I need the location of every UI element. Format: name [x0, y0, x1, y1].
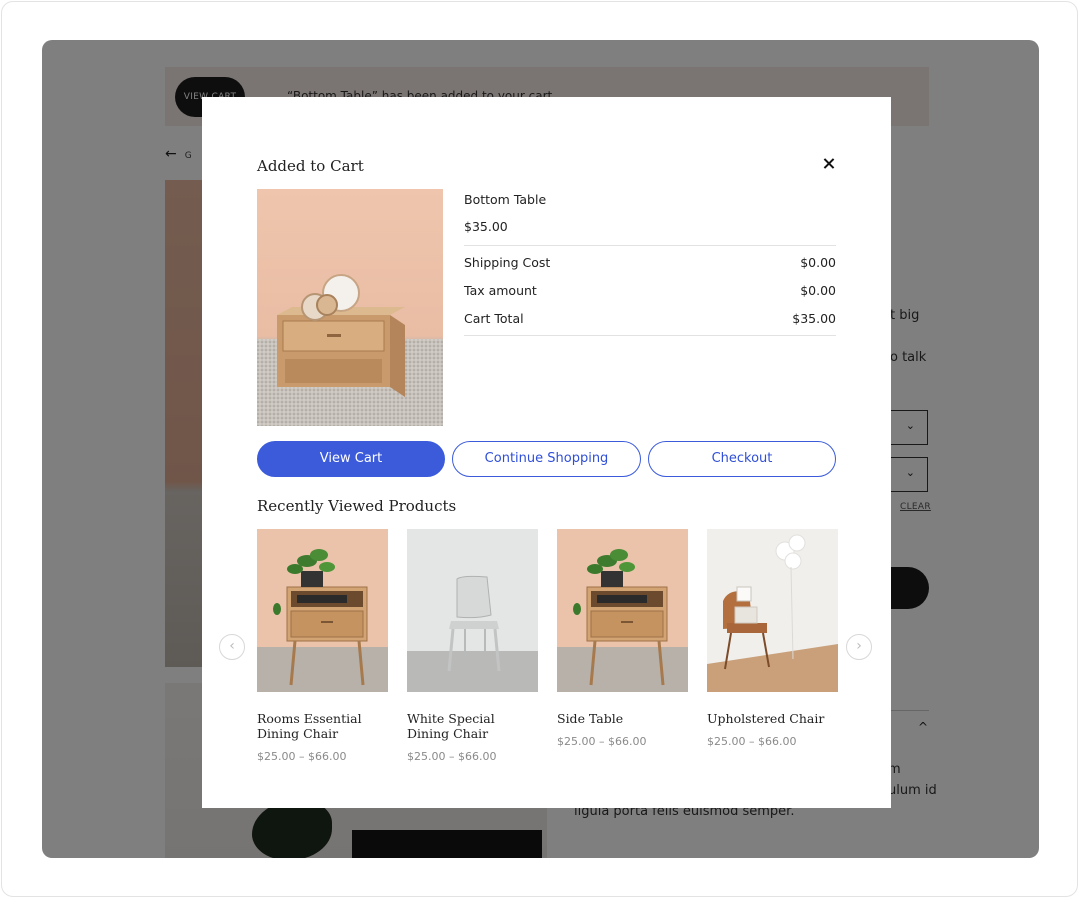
- continue-shopping-button[interactable]: Continue Shopping: [452, 441, 641, 477]
- product-name: Bottom Table: [464, 192, 547, 207]
- close-icon[interactable]: [820, 155, 838, 173]
- checkout-button[interactable]: Checkout: [648, 441, 836, 477]
- summary-divider-bottom: [464, 335, 836, 336]
- recent-product-name[interactable]: Side Table: [557, 711, 688, 726]
- recent-product-image[interactable]: [407, 529, 538, 692]
- recent-product-card[interactable]: Upholstered Chair $25.00 – $66.00: [707, 529, 838, 748]
- recent-product-price: $25.00 – $66.00: [557, 735, 647, 748]
- side-table-plant-illustration: [257, 529, 388, 692]
- shipping-row: Shipping Cost $0.00: [464, 255, 836, 270]
- recent-product-card[interactable]: White Special Dining Chair $25.00 – $66.…: [407, 529, 538, 763]
- modal-title: Added to Cart: [257, 157, 364, 175]
- recent-product-price: $25.00 – $66.00: [707, 735, 797, 748]
- shipping-label: Shipping Cost: [464, 255, 551, 270]
- recent-product-price: $25.00 – $66.00: [407, 750, 497, 763]
- tax-row: Tax amount $0.00: [464, 283, 836, 298]
- white-chair-illustration: [407, 529, 538, 692]
- chevron-right-icon[interactable]: ›: [846, 634, 872, 660]
- side-table-illustration: [557, 529, 688, 692]
- browser-viewport: VIEW CART “Bottom Table” has been added …: [42, 40, 1039, 858]
- recently-viewed-heading: Recently Viewed Products: [257, 497, 457, 515]
- product-price: $35.00: [464, 219, 508, 234]
- recent-product-name[interactable]: Upholstered Chair: [707, 711, 838, 726]
- recent-product-name[interactable]: Rooms Essential Dining Chair: [257, 711, 388, 741]
- product-image: [257, 189, 443, 426]
- recent-product-price: $25.00 – $66.00: [257, 750, 347, 763]
- tax-value: $0.00: [800, 283, 836, 298]
- added-to-cart-modal: Added to Cart Bottom Table $35.00 Shippi…: [202, 97, 891, 808]
- recent-product-card[interactable]: Side Table $25.00 – $66.00: [557, 529, 688, 748]
- recent-product-card[interactable]: Rooms Essential Dining Chair $25.00 – $6…: [257, 529, 388, 763]
- recent-product-image[interactable]: [557, 529, 688, 692]
- view-cart-button[interactable]: View Cart: [257, 441, 445, 477]
- tax-label: Tax amount: [464, 283, 537, 298]
- recent-product-image[interactable]: [257, 529, 388, 692]
- cart-total-value: $35.00: [792, 311, 836, 326]
- recent-product-image[interactable]: [707, 529, 838, 692]
- upholstered-chair-illustration: [707, 529, 838, 692]
- bottom-table-illustration: [257, 274, 443, 426]
- cart-total-row: Cart Total $35.00: [464, 311, 836, 326]
- recent-product-name[interactable]: White Special Dining Chair: [407, 711, 538, 741]
- shipping-value: $0.00: [800, 255, 836, 270]
- summary-divider-top: [464, 245, 836, 246]
- cart-total-label: Cart Total: [464, 311, 524, 326]
- chevron-left-icon[interactable]: ‹: [219, 634, 245, 660]
